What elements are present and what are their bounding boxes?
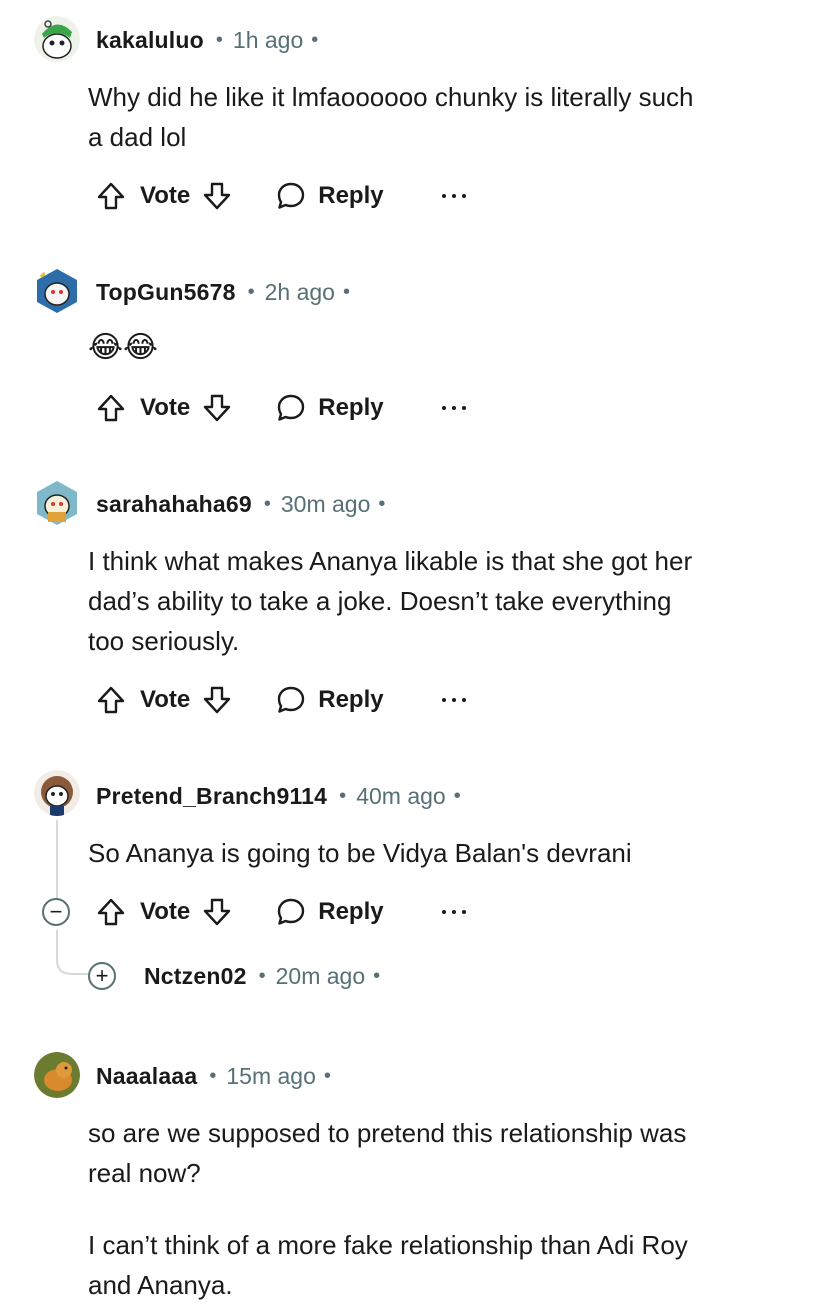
plus-icon: + [95,963,109,988]
user-avatar[interactable] [34,770,80,816]
vote-label: Vote [140,686,191,713]
upvote-icon[interactable] [96,181,126,211]
comment-text-line: and Ananya. [88,1270,233,1300]
timestamp: 30m ago [280,490,371,517]
timestamp: 20m ago [275,962,366,989]
vote-group: Vote [96,685,232,715]
comment-text-line: so are we supposed to pretend this relat… [88,1118,687,1148]
upvote-icon[interactable] [96,685,126,715]
comment-text-line: real now? [88,1158,201,1188]
separator-dot: • [373,964,381,987]
minus-icon: − [49,899,63,924]
emoji-body: 😂😂 [88,331,159,364]
speech-bubble-icon [278,394,305,421]
downvote-icon[interactable] [202,393,232,423]
comment-text-line: a dad lol [88,122,187,152]
thread-branch-curve [56,950,88,975]
separator-dot: • [378,492,386,515]
reply-label: Reply [318,898,384,925]
more-options-icon[interactable] [441,695,466,705]
speech-bubble-icon [278,898,305,925]
separator-dot: • [453,784,461,807]
reply-label: Reply [318,686,384,713]
comment-text-line: dad’s ability to take a joke. Doesn’t ta… [88,586,672,616]
comment-text-line: I think what makes Ananya likable is tha… [88,546,693,576]
separator-dot: • [311,28,319,51]
comment-meta: Nctzen02 • 20m ago • [144,961,380,991]
user-avatar[interactable] [34,1052,80,1098]
username[interactable]: Pretend_Branch9114 [96,783,327,810]
vote-label: Vote [140,182,191,209]
reply-button[interactable]: Reply [276,181,384,211]
separator-dot: • [247,280,255,303]
comment-actions: Vote Reply [96,388,466,428]
separator-dot: • [339,784,347,807]
comment-meta: kakaluluo • 1h ago • [96,25,318,55]
comment-actions: Vote Reply [96,892,466,932]
more-options-icon[interactable] [441,403,466,413]
comment-text-line: I can’t think of a more fake relationshi… [88,1230,688,1260]
comment-text-line: Why did he like it lmfaoooooo chunky is … [88,82,694,112]
vote-label: Vote [140,898,191,925]
upvote-icon[interactable] [96,897,126,927]
timestamp: 40m ago [356,782,446,809]
speech-bubble-icon [278,686,305,713]
separator-dot: • [323,1064,331,1087]
expand-thread-button[interactable]: + [88,962,116,990]
comment-meta: sarahahaha69 • 30m ago • [96,489,385,519]
thread-line [56,820,58,902]
user-avatar[interactable] [34,16,80,62]
downvote-icon[interactable] [202,897,232,927]
username[interactable]: TopGun5678 [96,279,236,306]
username[interactable]: sarahahaha69 [96,491,252,518]
collapse-thread-button[interactable]: − [42,898,70,926]
downvote-icon[interactable] [202,685,232,715]
comment-actions: Vote Reply [96,176,466,216]
reply-label: Reply [318,182,384,209]
timestamp: 1h ago [232,26,304,53]
reply-label: Reply [318,394,384,421]
separator-dot: • [209,1064,217,1087]
vote-label: Vote [140,394,191,421]
comment-meta: TopGun5678 • 2h ago • [96,277,350,307]
timestamp: 15m ago [226,1062,316,1089]
upvote-icon[interactable] [96,393,126,423]
reply-button[interactable]: Reply [276,897,384,927]
reply-button[interactable]: Reply [276,393,384,423]
comment-body: so are we supposed to pretend this relat… [88,1113,788,1305]
comment-actions: Vote Reply [96,680,466,720]
speech-bubble-icon [278,182,305,209]
username[interactable]: Naaalaaa [96,1063,197,1090]
downvote-icon[interactable] [202,181,232,211]
user-avatar[interactable] [34,268,80,314]
comment-meta: Pretend_Branch9114 • 40m ago • [96,781,461,811]
separator-dot: • [215,28,223,51]
reply-button[interactable]: Reply [276,685,384,715]
user-avatar[interactable] [34,480,80,526]
more-options-icon[interactable] [441,907,466,917]
comment-body: I think what makes Ananya likable is tha… [88,541,788,661]
comment-meta: Naaalaaa • 15m ago • [96,1061,331,1091]
vote-group: Vote [96,181,232,211]
timestamp: 2h ago [264,278,335,305]
separator-dot: • [263,492,271,515]
username[interactable]: Nctzen02 [144,963,247,990]
comment-text-line: too seriously. [88,626,240,656]
comment-body: Why did he like it lmfaoooooo chunky is … [88,77,788,157]
separator-dot: • [258,964,266,987]
more-options-icon[interactable] [441,191,466,201]
separator-dot: • [342,280,350,303]
vote-group: Vote [96,897,232,927]
vote-group: Vote [96,393,232,423]
comment-body: So Ananya is going to be Vidya Balan's d… [88,833,788,873]
username[interactable]: kakaluluo [96,27,204,54]
comment-text-line: So Ananya is going to be Vidya Balan's d… [88,838,632,868]
